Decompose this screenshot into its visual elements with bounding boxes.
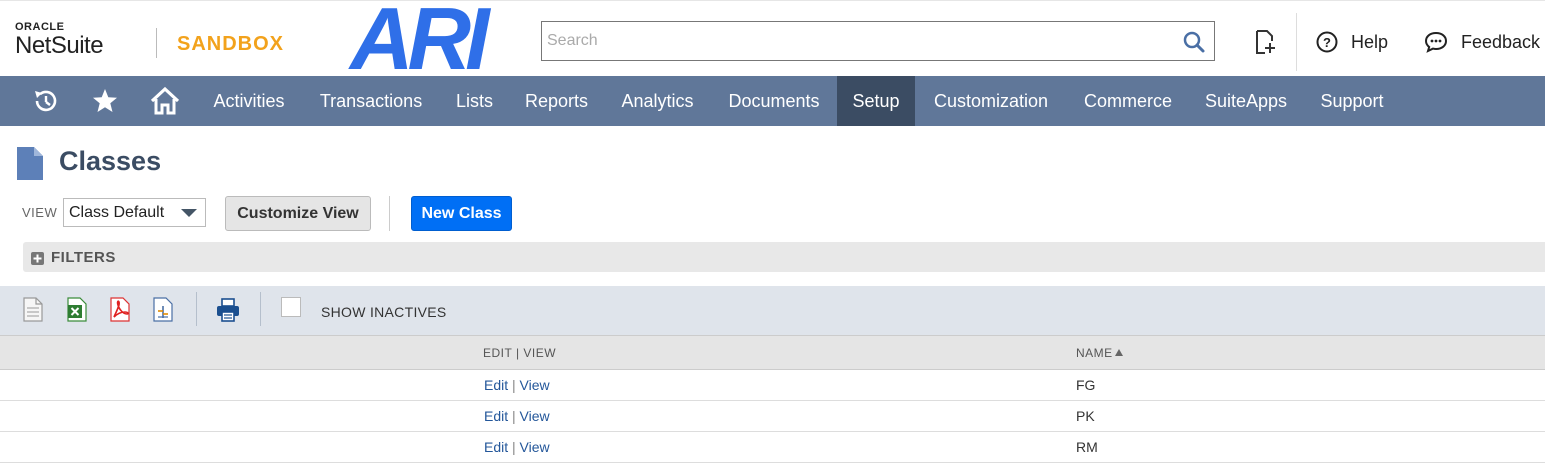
logo-divider xyxy=(156,28,157,58)
view-label: VIEW xyxy=(22,205,58,220)
table-row: Edit | View PK xyxy=(0,401,1545,432)
print-icon[interactable] xyxy=(215,296,241,324)
link-separator: | xyxy=(512,408,516,424)
new-record-button[interactable] xyxy=(1253,29,1277,55)
link-separator: | xyxy=(512,439,516,455)
controls-divider xyxy=(389,196,390,231)
header-divider xyxy=(1296,13,1297,71)
feedback-icon xyxy=(1424,31,1448,53)
nav-transactions[interactable]: Transactions xyxy=(302,76,440,126)
nav-reports[interactable]: Reports xyxy=(509,76,604,126)
search-icon[interactable] xyxy=(1182,30,1206,54)
nav-commerce[interactable]: Commerce xyxy=(1067,76,1189,126)
edit-view-cell: Edit | View xyxy=(484,408,550,424)
view-select-value: Class Default xyxy=(69,204,165,221)
export-csv-icon[interactable] xyxy=(21,296,47,324)
nav-lists[interactable]: Lists xyxy=(440,76,509,126)
view-link[interactable]: View xyxy=(520,439,550,455)
company-logo: ARI xyxy=(350,0,490,88)
name-cell: RM xyxy=(1076,439,1098,455)
table-header: EDIT | VIEW NAME xyxy=(0,335,1545,370)
name-cell: PK xyxy=(1076,408,1095,424)
toolbar-divider xyxy=(196,292,197,326)
link-separator: | xyxy=(512,377,516,393)
help-label: Help xyxy=(1351,31,1389,52)
column-header-name[interactable]: NAME xyxy=(1076,346,1123,360)
nav-customization[interactable]: Customization xyxy=(915,76,1067,126)
feedback-label: Feedback xyxy=(1461,31,1541,52)
nav-analytics[interactable]: Analytics xyxy=(604,76,711,126)
netsuite-logo[interactable]: ORACLE NetSuite xyxy=(15,21,104,59)
toolbar-divider xyxy=(260,292,261,326)
show-inactives-label: SHOW INACTIVES xyxy=(321,304,447,320)
nav-setup[interactable]: Setup xyxy=(837,76,915,126)
nav-activities[interactable]: Activities xyxy=(196,76,302,126)
search-input[interactable] xyxy=(542,22,1167,60)
edit-view-cell: Edit | View xyxy=(484,377,550,393)
sort-ascending-icon xyxy=(1114,349,1123,356)
filters-bar[interactable]: FILTERS xyxy=(23,242,1545,272)
filters-label: FILTERS xyxy=(51,249,116,266)
export-excel-icon[interactable] xyxy=(65,296,91,324)
page-title: Classes xyxy=(59,146,162,176)
column-header-name-label: NAME xyxy=(1076,346,1113,360)
help-icon: ? xyxy=(1316,31,1338,53)
document-icon xyxy=(17,147,43,180)
expand-plus-icon xyxy=(31,252,44,265)
nav-documents[interactable]: Documents xyxy=(711,76,837,126)
global-header: ORACLE NetSuite SANDBOX ARI ? Help xyxy=(0,0,1545,83)
view-select[interactable]: Class Default xyxy=(63,198,206,227)
name-cell: FG xyxy=(1076,377,1096,393)
recent-records-icon[interactable] xyxy=(25,76,65,126)
show-inactives-checkbox[interactable] xyxy=(281,297,301,317)
view-link[interactable]: View xyxy=(520,408,550,424)
new-record-icon xyxy=(1256,30,1275,54)
global-search xyxy=(541,21,1215,61)
nav-support[interactable]: Support xyxy=(1303,76,1401,126)
list-toolbar: SHOW INACTIVES xyxy=(0,286,1545,335)
column-header-edit-view[interactable]: EDIT | VIEW xyxy=(483,346,556,360)
edit-link[interactable]: Edit xyxy=(484,439,508,455)
home-icon[interactable] xyxy=(145,76,185,126)
customize-view-button[interactable]: Customize View xyxy=(225,196,371,231)
chevron-down-icon xyxy=(181,209,197,217)
table-row: Edit | View RM xyxy=(0,432,1545,463)
sandbox-badge: SANDBOX xyxy=(177,33,285,55)
main-navigation: Activities Transactions Lists Reports An… xyxy=(0,76,1545,126)
feedback-button[interactable]: Feedback xyxy=(1424,31,1540,53)
help-button[interactable]: ? Help xyxy=(1316,31,1388,53)
edit-view-cell: Edit | View xyxy=(484,439,550,455)
new-class-button[interactable]: New Class xyxy=(411,196,512,231)
table-row: Edit | View FG xyxy=(0,370,1545,401)
netsuite-wordmark: NetSuite xyxy=(15,32,104,59)
svg-text:?: ? xyxy=(1323,35,1331,50)
view-link[interactable]: View xyxy=(520,377,550,393)
export-pdf-icon[interactable] xyxy=(108,296,134,324)
star-icon[interactable] xyxy=(85,76,125,126)
edit-link[interactable]: Edit xyxy=(484,377,508,393)
edit-link[interactable]: Edit xyxy=(484,408,508,424)
nav-suiteapps[interactable]: SuiteApps xyxy=(1189,76,1303,126)
export-text-icon[interactable] xyxy=(151,296,177,324)
